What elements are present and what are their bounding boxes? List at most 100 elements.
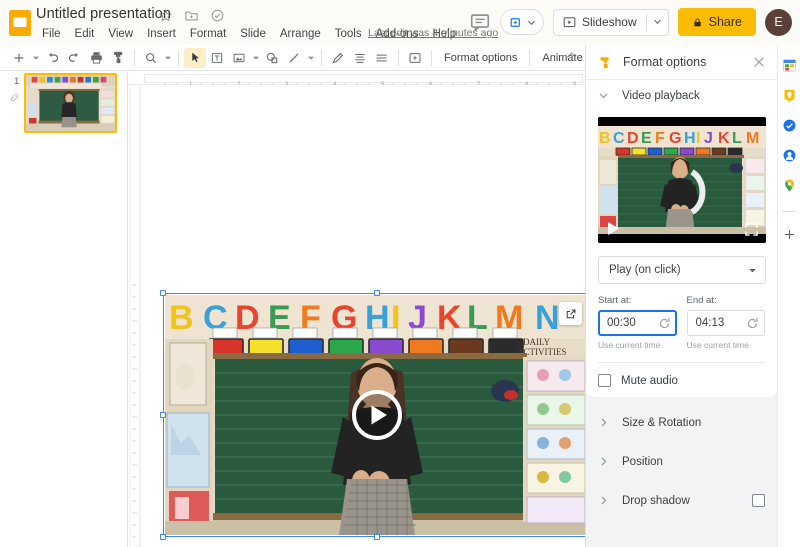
rail-divider: [782, 211, 796, 212]
mute-audio-row[interactable]: Mute audio: [586, 363, 777, 387]
zoom-dropdown[interactable]: [162, 48, 173, 68]
insert-image-dropdown[interactable]: [250, 48, 261, 68]
google-tasks-icon[interactable]: [782, 118, 797, 133]
pen-button[interactable]: [327, 48, 349, 68]
paint-format-button[interactable]: [107, 48, 129, 68]
resize-handle-n[interactable]: [374, 290, 380, 296]
print-button[interactable]: [85, 48, 107, 68]
text-box-icon: [211, 52, 223, 63]
toolbar-divider: [178, 49, 179, 66]
reset-icon[interactable]: [658, 317, 671, 330]
line-button[interactable]: [283, 48, 305, 68]
svg-text:H: H: [684, 130, 696, 147]
shape-button[interactable]: [261, 48, 283, 68]
video-object[interactable]: B C D E F G H I J K L M N DAILY ACTIVITI…: [160, 290, 585, 540]
new-slide-dropdown[interactable]: [30, 48, 41, 68]
document-title[interactable]: Untitled presentation: [36, 6, 171, 22]
menu-item-format[interactable]: Format: [183, 26, 233, 42]
position-label: Position: [622, 455, 663, 468]
move-to-folder-icon[interactable]: [184, 8, 199, 23]
open-video-link-button[interactable]: [559, 302, 582, 325]
menu-item-view[interactable]: View: [101, 26, 140, 42]
google-contacts-icon[interactable]: [782, 148, 797, 163]
start-at-input[interactable]: 00:30: [598, 310, 677, 336]
svg-text:N: N: [535, 299, 560, 337]
slide-canvas-area[interactable]: B C D E F G H I J K L M N DAILY ACTIVITI…: [141, 85, 585, 547]
meet-camera-icon: [510, 17, 520, 27]
line-dropdown[interactable]: [305, 48, 316, 68]
new-slide-button[interactable]: [8, 48, 30, 68]
resize-handle-sw[interactable]: [160, 534, 166, 540]
select-tool-button[interactable]: [184, 47, 206, 68]
resize-handle-w[interactable]: [160, 412, 166, 418]
start-at-group: Start at: 00:30 Use current time: [598, 295, 677, 350]
vertical-ruler[interactable]: [128, 84, 141, 547]
cloud-saved-icon[interactable]: [210, 8, 225, 23]
slide-thumbnail-1[interactable]: [24, 73, 117, 133]
resize-handle-nw[interactable]: [160, 290, 166, 296]
insert-image-button[interactable]: [228, 48, 250, 68]
animate-button[interactable]: Animate: [535, 50, 589, 66]
end-at-value: 04:13: [695, 317, 725, 329]
google-slides-window: Untitled presentation File Edit View Ins…: [0, 0, 800, 547]
start-use-current-time[interactable]: Use current time: [598, 340, 677, 350]
video-playback-section-header[interactable]: Video playback: [586, 80, 777, 111]
end-at-input[interactable]: 04:13: [686, 310, 765, 336]
close-panel-button[interactable]: [749, 52, 769, 72]
format-options-button[interactable]: Format options: [437, 50, 524, 66]
menu-item-insert[interactable]: Insert: [140, 26, 183, 42]
start-meeting-button[interactable]: [499, 9, 544, 35]
drop-shadow-checkbox[interactable]: [752, 494, 765, 507]
menu-item-arrange[interactable]: Arrange: [273, 26, 328, 42]
horizontal-ruler[interactable]: 123 456 789: [128, 72, 585, 88]
redo-button[interactable]: [63, 48, 85, 68]
slides-logo-icon: [9, 10, 31, 36]
share-label: Share: [708, 15, 742, 29]
align-button[interactable]: [349, 48, 371, 68]
collapse-toolbar-button[interactable]: [565, 49, 578, 67]
zoom-button[interactable]: [140, 48, 162, 68]
comment-icon[interactable]: [469, 11, 491, 33]
google-maps-icon[interactable]: [782, 178, 797, 193]
slideshow-button[interactable]: Slideshow: [552, 8, 669, 36]
chevron-down-icon: [528, 20, 535, 25]
menu-item-file[interactable]: File: [35, 26, 68, 42]
avatar[interactable]: E: [765, 8, 792, 36]
resize-handle-s[interactable]: [374, 534, 380, 540]
side-app-rail: [777, 45, 800, 547]
caret-down-icon: [252, 56, 259, 60]
video-preview[interactable]: BC DE FG HI JK LM: [598, 117, 766, 243]
size-rotation-section[interactable]: Size & Rotation: [586, 403, 777, 442]
fullscreen-icon[interactable]: [745, 223, 758, 236]
svg-text:G: G: [669, 130, 681, 147]
menu-item-tools[interactable]: Tools: [328, 26, 369, 42]
play-mode-select[interactable]: Play (on click): [598, 256, 766, 284]
undo-icon: [48, 52, 58, 62]
add-apps-icon[interactable]: [782, 227, 797, 242]
play-circle-icon[interactable]: [350, 388, 404, 442]
text-box-button[interactable]: [206, 48, 228, 68]
slide-canvas[interactable]: B C D E F G H I J K L M N DAILY ACTIVITI…: [153, 85, 585, 540]
google-calendar-icon[interactable]: [782, 58, 797, 73]
position-section[interactable]: Position: [586, 442, 777, 481]
share-button[interactable]: Share: [677, 8, 756, 36]
end-at-label: End at:: [686, 295, 717, 306]
menu-item-slide[interactable]: Slide: [233, 26, 273, 42]
undo-button[interactable]: [41, 48, 63, 68]
link-icon[interactable]: [9, 92, 20, 103]
star-icon[interactable]: [158, 8, 173, 23]
drop-shadow-section[interactable]: Drop shadow: [586, 481, 777, 520]
google-keep-icon[interactable]: [782, 88, 797, 103]
ruler-track: 123 456 789: [144, 74, 583, 88]
menu-item-edit[interactable]: Edit: [68, 26, 102, 42]
mute-audio-checkbox[interactable]: [598, 374, 611, 387]
video-playback-label: Video playback: [622, 89, 700, 102]
line-icon: [289, 53, 299, 62]
end-use-current-time[interactable]: Use current time: [687, 340, 766, 350]
slideshow-dropdown[interactable]: [647, 13, 668, 31]
reset-icon[interactable]: [746, 317, 759, 330]
line-spacing-button[interactable]: [371, 48, 393, 68]
insert-comment-button[interactable]: [404, 48, 426, 68]
play-triangle-icon[interactable]: [607, 221, 620, 236]
size-rotation-label: Size & Rotation: [622, 416, 702, 429]
